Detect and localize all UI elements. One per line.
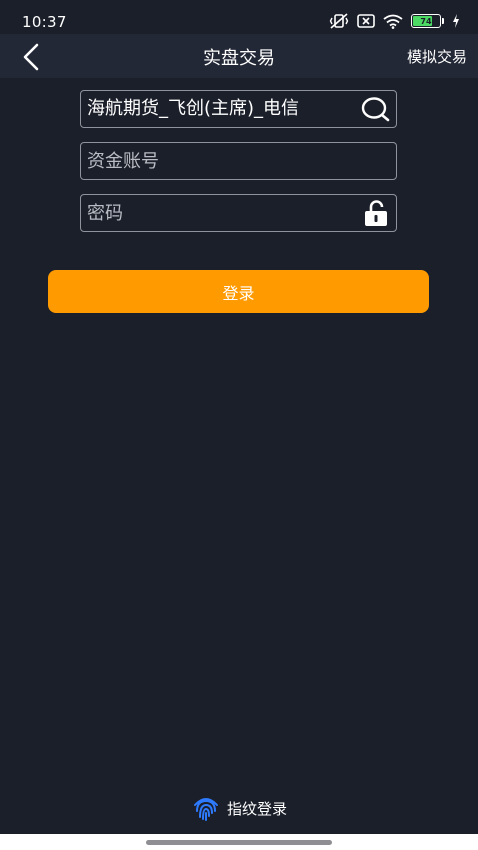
account-field-wrapper <box>80 142 397 180</box>
simulated-trading-link[interactable]: 模拟交易 <box>407 46 467 67</box>
battery-level: 74 <box>420 16 432 26</box>
vibrate-off-icon <box>329 13 349 29</box>
unlock-icon <box>365 200 387 226</box>
status-bar: 10:37 74 <box>0 0 478 34</box>
broker-value: 海航期货_飞创(主席)_电信 <box>87 98 300 119</box>
nav-bar: 实盘交易 模拟交易 <box>0 34 478 78</box>
search-icon <box>361 97 390 122</box>
login-button[interactable]: 登录 <box>48 270 429 313</box>
fingerprint-login-button[interactable]: 指纹登录 <box>0 795 478 821</box>
battery-icon: 74 <box>411 14 441 28</box>
home-indicator[interactable] <box>146 840 332 845</box>
broker-search-button[interactable] <box>356 91 396 127</box>
fingerprint-login-label: 指纹登录 <box>226 799 287 818</box>
broker-selector[interactable]: 海航期货_飞创(主席)_电信 <box>80 90 397 128</box>
password-visibility-toggle[interactable] <box>356 195 396 231</box>
password-field[interactable] <box>81 195 356 231</box>
password-field-wrapper <box>80 194 397 232</box>
charging-icon <box>453 14 459 28</box>
status-time: 10:37 <box>22 13 67 31</box>
wifi-icon <box>383 14 403 29</box>
fingerprint-icon <box>193 798 218 821</box>
login-screen: 10:37 74 实盘交易 模拟交易 海航期货_飞创(主席)_电信 资金账号 登… <box>0 0 478 850</box>
battery-cap <box>442 18 444 24</box>
status-icons: 74 <box>329 12 460 30</box>
account-field[interactable] <box>81 143 396 179</box>
no-sim-icon <box>357 14 375 28</box>
